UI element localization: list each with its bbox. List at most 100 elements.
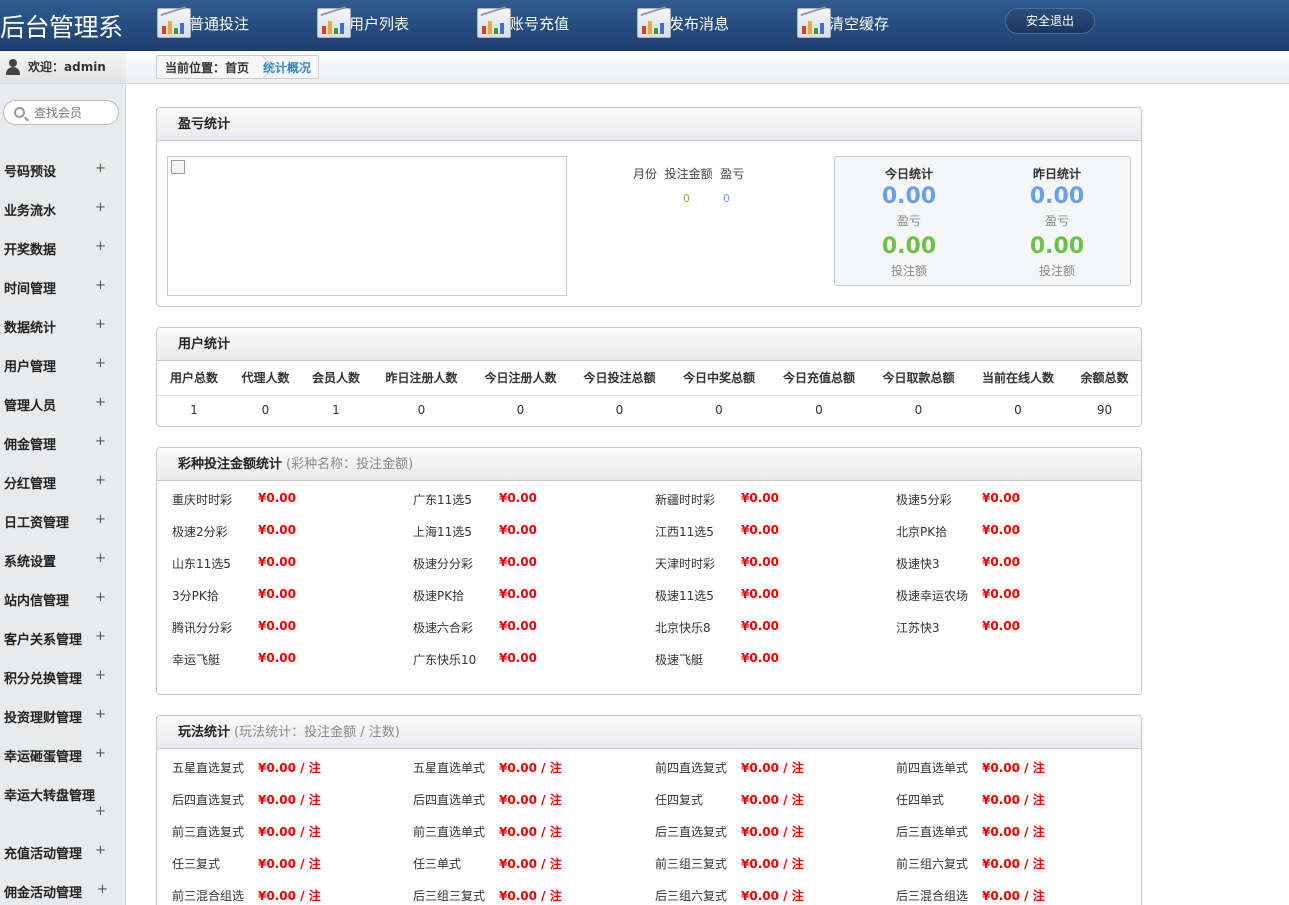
sidebar-item-9[interactable]: 日工资管理 +	[0, 500, 126, 539]
sidebar-item-13[interactable]: 积分兑换管理 +	[0, 656, 126, 695]
sidebar-item-1[interactable]: 业务流水 +	[0, 188, 126, 227]
user-stats-value: 90	[1096, 403, 1113, 418]
user-stats-header: 今日取款总额	[869, 361, 968, 396]
play-item-name: 后三直选单式	[896, 825, 969, 839]
expand-plus-icon[interactable]: +	[95, 239, 106, 254]
sidebar-item-8[interactable]: 分红管理 +	[0, 461, 126, 500]
expand-plus-icon[interactable]: +	[95, 804, 106, 819]
top-nav-item-4[interactable]: 清空缓存	[797, 6, 889, 40]
sidebar-item-label: 用户管理	[4, 360, 57, 375]
sidebar-item-15[interactable]: 幸运砸蛋管理 +	[0, 734, 126, 773]
user-stats-value: 1	[190, 403, 198, 418]
lottery-item-name: 江苏快3	[896, 621, 940, 635]
user-stats-header: 余额总数	[1068, 361, 1141, 396]
lottery-stats-header: 彩种投注金额统计 (彩种名称：投注金额)	[157, 448, 1141, 481]
lottery-item: 极速快3 ¥0.00	[896, 555, 1136, 575]
play-item: 前三组六复式 ¥0.00 / 注	[896, 855, 1136, 875]
expand-plus-icon[interactable]: +	[95, 843, 106, 858]
sidebar-item-10[interactable]: 系统设置 +	[0, 539, 126, 578]
lottery-item-amount: ¥0.00	[741, 523, 779, 537]
play-item-amount: ¥0.00 / 注	[741, 857, 804, 871]
sidebar-item-5[interactable]: 用户管理 +	[0, 344, 126, 383]
sidebar-item-4[interactable]: 数据统计 +	[0, 305, 126, 344]
play-stats-subtitle: (玩法统计：投注金额 / 注数)	[234, 725, 400, 740]
lottery-item: 北京快乐8 ¥0.00	[655, 619, 895, 639]
play-item-name: 前三混合组选	[172, 889, 245, 903]
top-nav-label: 用户列表	[349, 14, 410, 33]
top-nav-item-0[interactable]: 普通投注	[157, 6, 249, 40]
lottery-item-amount: ¥0.00	[258, 619, 296, 633]
logout-button[interactable]: 安全退出	[1005, 8, 1095, 34]
chart-icon	[637, 6, 671, 38]
lottery-item-name: 极速PK拾	[413, 589, 465, 603]
lottery-stats-subtitle: (彩种名称：投注金额)	[286, 457, 414, 472]
expand-plus-icon[interactable]: +	[95, 356, 106, 371]
sidebar-item-12[interactable]: 客户关系管理 +	[0, 617, 126, 656]
user-stats-value: 0	[815, 403, 823, 418]
chart-icon	[317, 6, 351, 38]
play-item-name: 任四复式	[655, 793, 704, 807]
monthly-bet-value: 0	[683, 192, 690, 205]
monthly-summary-headers: 月份 投注金额 盈亏	[633, 167, 745, 181]
expand-plus-icon[interactable]: +	[95, 512, 106, 527]
expand-plus-icon[interactable]: +	[95, 668, 106, 683]
user-stats-value: 0	[516, 403, 525, 418]
lottery-item: 极速PK拾 ¥0.00	[413, 587, 653, 607]
chart-icon	[797, 6, 831, 38]
user-stats-header: 用户总数	[157, 361, 231, 396]
expand-plus-icon[interactable]: +	[95, 629, 106, 644]
top-nav-item-2[interactable]: 账号充值	[477, 6, 569, 40]
lottery-item-amount: ¥0.00	[499, 523, 537, 537]
breadcrumb-home[interactable]: 首页	[225, 59, 249, 76]
lottery-item: 江西11选5 ¥0.00	[655, 523, 895, 543]
expand-plus-icon[interactable]: +	[95, 395, 106, 410]
expand-plus-icon[interactable]: +	[97, 882, 108, 897]
top-nav-item-3[interactable]: 发布消息	[637, 6, 729, 40]
sidebar-item-18[interactable]: 佣金活动管理 +	[0, 870, 126, 905]
main-content: 盈亏统计 月份 投注金额 盈亏 0 0 今日统计 0.00 盈亏 0.00 投注…	[126, 84, 1289, 905]
profit-chart-image	[167, 156, 567, 296]
play-item: 任三单式 ¥0.00 / 注	[413, 855, 653, 875]
sidebar-item-14[interactable]: 投资理财管理 +	[0, 695, 126, 734]
expand-plus-icon[interactable]: +	[95, 434, 106, 449]
top-nav-item-1[interactable]: 用户列表	[317, 6, 409, 40]
lottery-item-name: 山东11选5	[172, 557, 231, 571]
lottery-item: 极速幸运农场 ¥0.00	[896, 587, 1136, 607]
user-stats-header: 昨日注册人数	[372, 361, 471, 396]
sidebar-item-6[interactable]: 管理人员 +	[0, 383, 126, 422]
sidebar-item-17[interactable]: 充值活动管理 +	[0, 831, 126, 870]
sidebar-item-16[interactable]: 幸运大转盘管理 +	[0, 773, 126, 819]
user-icon	[5, 59, 21, 75]
sidebar-item-3[interactable]: 时间管理 +	[0, 266, 126, 305]
expand-plus-icon[interactable]: +	[95, 278, 106, 293]
sidebar-item-7[interactable]: 佣金管理 +	[0, 422, 126, 461]
sidebar-item-2[interactable]: 开奖数据 +	[0, 227, 126, 266]
expand-plus-icon[interactable]: +	[95, 161, 106, 176]
play-item-amount: ¥0.00 / 注	[258, 857, 321, 871]
play-item-amount: ¥0.00 / 注	[741, 761, 804, 775]
expand-plus-icon[interactable]: +	[95, 317, 106, 332]
play-item-name: 后四直选单式	[413, 793, 486, 807]
sidebar-item-0[interactable]: 号码预设 +	[0, 149, 126, 188]
lottery-item-name: 北京PK拾	[896, 525, 948, 539]
yesterday-title: 昨日统计	[1032, 167, 1081, 181]
play-item-amount: ¥0.00 / 注	[499, 889, 562, 903]
expand-plus-icon[interactable]: +	[95, 473, 106, 488]
member-search[interactable]	[3, 100, 119, 125]
expand-plus-icon[interactable]: +	[95, 200, 106, 215]
play-item-amount: ¥0.00 / 注	[982, 857, 1045, 871]
sidebar-item-11[interactable]: 站内信管理 +	[0, 578, 126, 617]
search-input[interactable]	[34, 104, 114, 122]
expand-plus-icon[interactable]: +	[95, 707, 106, 722]
play-item: 前三直选复式 ¥0.00 / 注	[172, 823, 412, 843]
lottery-item-amount: ¥0.00	[499, 619, 537, 633]
user-stats-header: 当前在线人数	[968, 361, 1068, 396]
play-item: 后三组六复式 ¥0.00 / 注	[655, 887, 895, 905]
play-stats-title: 玩法统计	[178, 725, 231, 740]
lottery-item-name: 北京快乐8	[655, 621, 711, 635]
expand-plus-icon[interactable]: +	[95, 590, 106, 605]
lottery-item: 极速2分彩 ¥0.00	[172, 523, 412, 543]
expand-plus-icon[interactable]: +	[95, 746, 106, 761]
expand-plus-icon[interactable]: +	[95, 551, 106, 566]
sidebar-item-label: 数据统计	[4, 321, 57, 336]
